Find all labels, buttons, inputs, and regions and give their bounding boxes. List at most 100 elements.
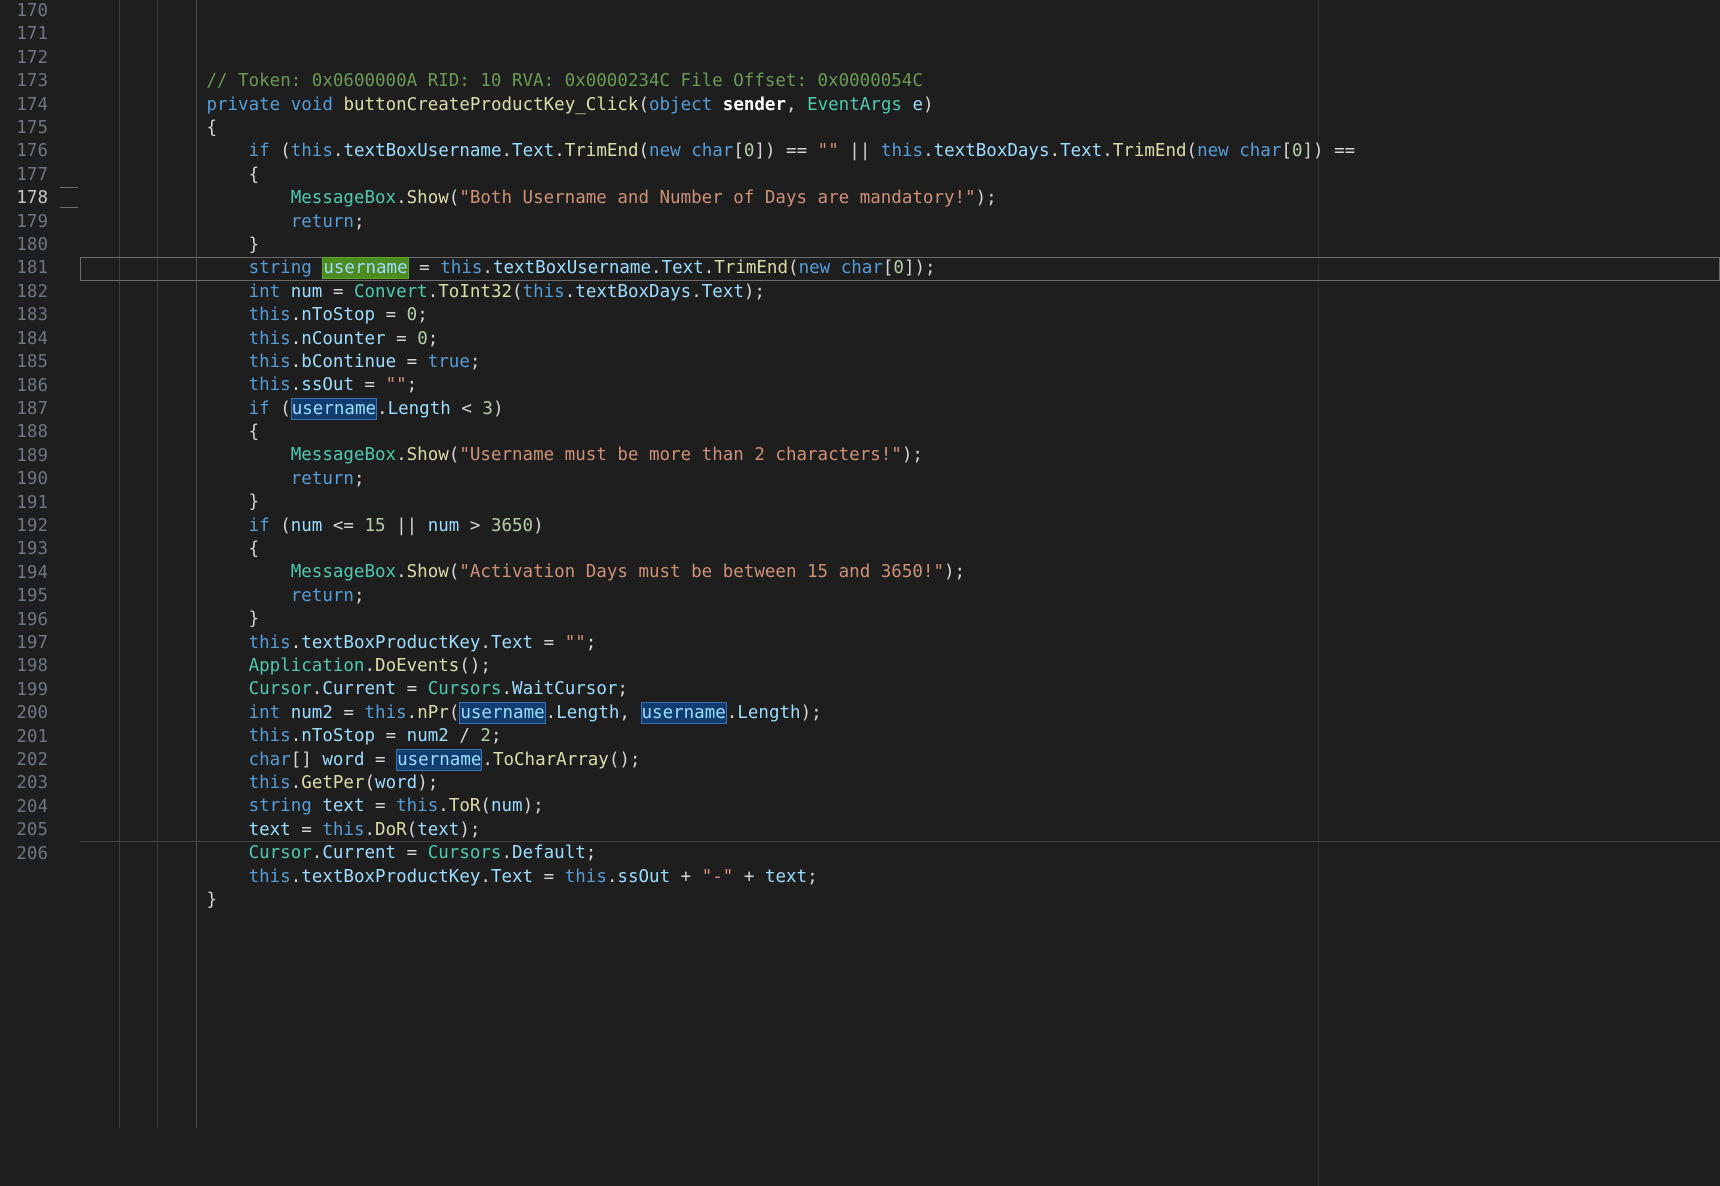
line-number[interactable]: 199 — [0, 679, 52, 702]
code-line[interactable]: Cursor.Current = Cursors.WaitCursor; — [80, 678, 1720, 701]
line-number[interactable]: 188 — [0, 421, 52, 444]
code-line[interactable]: } — [80, 608, 1720, 631]
code-token: . — [333, 141, 344, 161]
code-line[interactable]: return; — [80, 211, 1720, 234]
code-line[interactable]: return; — [80, 468, 1720, 491]
line-number[interactable]: 204 — [0, 796, 52, 819]
line-number[interactable]: 205 — [0, 819, 52, 842]
code-token: EventArgs — [807, 95, 902, 115]
code-token: < — [451, 399, 483, 419]
code-token: ToCharArray — [493, 750, 609, 770]
code-token: MessageBox — [291, 188, 396, 208]
line-number[interactable]: 186 — [0, 375, 52, 398]
code-line[interactable]: text = this.DoR(text); — [80, 819, 1720, 842]
code-line[interactable]: int num2 = this.nPr(username.Length, use… — [80, 702, 1720, 725]
code-line[interactable]: } — [80, 491, 1720, 514]
code-line[interactable] — [80, 912, 1720, 935]
code-token: this — [291, 141, 333, 161]
line-number[interactable]: 184 — [0, 328, 52, 351]
line-number[interactable]: 189 — [0, 445, 52, 468]
line-number[interactable]: 187 — [0, 398, 52, 421]
code-line[interactable]: this.nCounter = 0; — [80, 328, 1720, 351]
code-line[interactable]: { — [80, 117, 1720, 140]
line-number[interactable]: 170 — [0, 0, 52, 23]
line-number[interactable]: 203 — [0, 772, 52, 795]
indent — [80, 352, 249, 372]
code-line[interactable]: if (username.Length < 3) — [80, 398, 1720, 421]
code-area[interactable]: // Token: 0x0600000A RID: 10 RVA: 0x0000… — [80, 0, 1720, 1186]
code-line[interactable]: MessageBox.Show("Activation Days must be… — [80, 561, 1720, 584]
code-line[interactable]: this.nToStop = 0; — [80, 304, 1720, 327]
code-line[interactable]: { — [80, 421, 1720, 444]
code-token: ( — [449, 445, 460, 465]
line-number[interactable]: 183 — [0, 304, 52, 327]
line-number-gutter[interactable]: 1701711721731741751761771781791801811821… — [0, 0, 58, 1186]
line-number[interactable]: 185 — [0, 351, 52, 374]
code-token: = — [333, 703, 365, 723]
code-token: + — [670, 867, 702, 887]
line-number[interactable]: 175 — [0, 117, 52, 140]
indent — [80, 282, 249, 302]
code-token: . — [607, 867, 618, 887]
code-token — [333, 95, 344, 115]
code-token: num — [428, 516, 460, 536]
code-line[interactable]: if (this.textBoxUsername.Text.TrimEnd(ne… — [80, 140, 1720, 163]
code-line[interactable]: MessageBox.Show("Both Username and Numbe… — [80, 187, 1720, 210]
line-number[interactable]: 171 — [0, 23, 52, 46]
code-line[interactable]: string text = this.ToR(num); — [80, 795, 1720, 818]
code-line[interactable]: // Token: 0x0600000A RID: 10 RVA: 0x0000… — [80, 70, 1720, 93]
code-line[interactable]: if (num <= 15 || num > 3650) — [80, 515, 1720, 538]
code-token: ) — [533, 516, 544, 536]
code-line[interactable]: this.nToStop = num2 / 2; — [80, 725, 1720, 748]
code-line[interactable]: string username = this.textBoxUsername.T… — [80, 257, 1720, 280]
line-number[interactable]: 197 — [0, 632, 52, 655]
line-number[interactable]: 206 — [0, 843, 52, 866]
code-line[interactable]: this.ssOut = ""; — [80, 374, 1720, 397]
line-number[interactable]: 195 — [0, 585, 52, 608]
code-token: ]) == — [754, 141, 817, 161]
code-line[interactable]: this.GetPer(word); — [80, 772, 1720, 795]
line-number[interactable]: 172 — [0, 47, 52, 70]
code-token: this — [249, 329, 291, 349]
line-number[interactable]: 180 — [0, 234, 52, 257]
code-line[interactable]: Application.DoEvents(); — [80, 655, 1720, 678]
code-token: 0 — [744, 141, 755, 161]
line-number[interactable]: 178 — [0, 187, 52, 210]
line-number[interactable]: 192 — [0, 515, 52, 538]
line-number[interactable]: 182 — [0, 281, 52, 304]
line-number[interactable]: 174 — [0, 94, 52, 117]
code-line[interactable]: { — [80, 164, 1720, 187]
code-editor[interactable]: 1701711721731741751761771781791801811821… — [0, 0, 1720, 1186]
code-token: . — [480, 633, 491, 653]
code-line[interactable]: private void buttonCreateProductKey_Clic… — [80, 94, 1720, 117]
code-token: ) — [923, 95, 934, 115]
code-line[interactable]: return; — [80, 585, 1720, 608]
code-line[interactable]: } — [80, 234, 1720, 257]
line-number[interactable]: 196 — [0, 609, 52, 632]
code-token: text — [417, 820, 459, 840]
line-number[interactable]: 176 — [0, 140, 52, 163]
line-number[interactable]: 194 — [0, 562, 52, 585]
code-line[interactable]: this.textBoxProductKey.Text = ""; — [80, 632, 1720, 655]
code-line[interactable]: } — [80, 889, 1720, 912]
line-number[interactable]: 201 — [0, 726, 52, 749]
code-token: num2 — [407, 726, 449, 746]
line-number[interactable]: 190 — [0, 468, 52, 491]
line-number[interactable]: 198 — [0, 655, 52, 678]
code-line[interactable]: Cursor.Current = Cursors.Default; — [80, 842, 1720, 865]
code-line[interactable]: int num = Convert.ToInt32(this.textBoxDa… — [80, 281, 1720, 304]
code-line[interactable]: this.bContinue = true; — [80, 351, 1720, 374]
line-number[interactable]: 177 — [0, 164, 52, 187]
line-number[interactable]: 191 — [0, 492, 52, 515]
code-line[interactable]: this.textBoxProductKey.Text = this.ssOut… — [80, 866, 1720, 889]
code-token: char — [841, 258, 883, 278]
code-line[interactable]: { — [80, 538, 1720, 561]
line-number[interactable]: 179 — [0, 211, 52, 234]
line-number[interactable]: 200 — [0, 702, 52, 725]
code-line[interactable]: MessageBox.Show("Username must be more t… — [80, 444, 1720, 467]
code-line[interactable]: char[] word = username.ToCharArray(); — [80, 749, 1720, 772]
line-number[interactable]: 173 — [0, 70, 52, 93]
line-number[interactable]: 202 — [0, 749, 52, 772]
line-number[interactable]: 193 — [0, 538, 52, 561]
line-number[interactable]: 181 — [0, 257, 52, 280]
